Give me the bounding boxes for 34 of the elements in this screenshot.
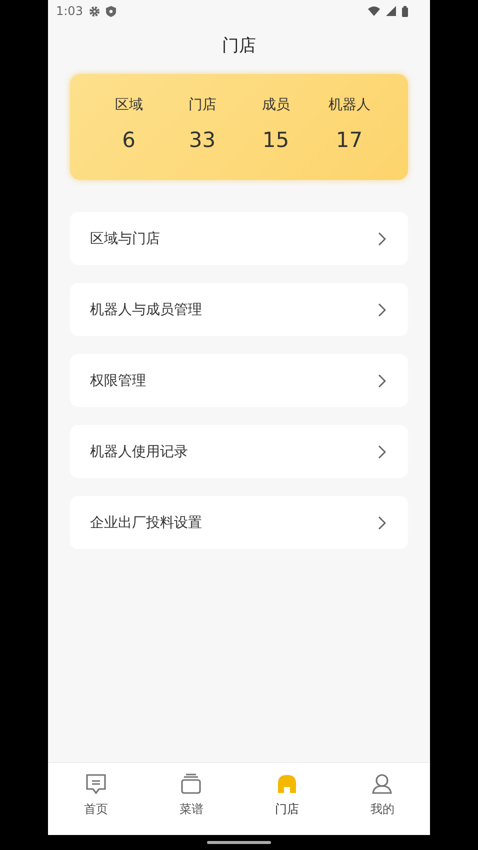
message-icon: [84, 773, 107, 795]
menu-item[interactable]: 权限管理: [70, 354, 408, 407]
gear-icon: [88, 6, 100, 16]
shield-icon: [106, 6, 116, 16]
chevron-right-icon: [378, 444, 386, 458]
nav-tab[interactable]: 我的: [334, 763, 430, 835]
wifi-icon: [368, 6, 380, 16]
menu-item[interactable]: 机器人与成员管理: [70, 283, 408, 336]
stat-label: 机器人: [328, 96, 370, 114]
stat-value: 17: [336, 128, 363, 152]
stat-value: 15: [262, 128, 290, 152]
menu-item[interactable]: 企业出厂投料设置: [70, 496, 408, 549]
status-time: 1:03: [56, 4, 83, 18]
chevron-right-icon: [378, 302, 386, 316]
nav-tab[interactable]: 门店: [239, 763, 334, 835]
nav-tab[interactable]: 菜谱: [144, 763, 239, 835]
signal-icon: [386, 6, 396, 16]
home-indicator[interactable]: [207, 841, 271, 844]
nav-tab[interactable]: 首页: [48, 763, 144, 835]
page-title: 门店: [221, 35, 257, 58]
stack-icon: [180, 773, 202, 795]
stat-value: 6: [122, 128, 136, 152]
stat-label: 成员: [262, 96, 290, 114]
chevron-right-icon: [378, 232, 386, 246]
chevron-right-icon: [378, 374, 386, 388]
menu-item[interactable]: 机器人使用记录: [70, 425, 408, 478]
stat-label: 区域: [114, 96, 143, 114]
menu-item[interactable]: 区域与门店: [70, 212, 408, 265]
stat-value: 33: [188, 128, 216, 152]
stat-label: 门店: [188, 96, 216, 114]
chevron-right-icon: [378, 516, 386, 530]
person-icon: [371, 773, 394, 795]
battery-icon: [402, 6, 408, 16]
home-icon: [276, 773, 298, 795]
